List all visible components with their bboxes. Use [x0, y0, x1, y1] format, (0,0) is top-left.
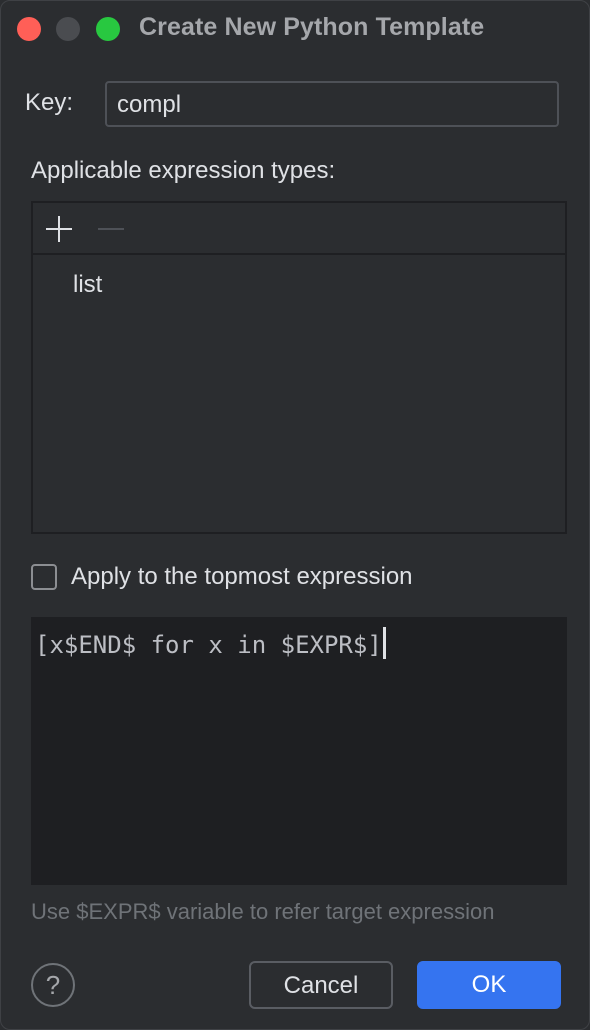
- text-caret: [382, 627, 386, 659]
- hint-text: Use $EXPR$ variable to refer target expr…: [31, 899, 495, 924]
- add-type-button[interactable]: [45, 215, 73, 243]
- expression-types-list: list: [33, 255, 565, 299]
- ok-button[interactable]: OK: [417, 961, 561, 1009]
- help-button[interactable]: ?: [31, 963, 75, 1007]
- minimize-window-button[interactable]: [56, 17, 80, 41]
- zoom-window-button[interactable]: [96, 17, 120, 41]
- expression-types-label: Applicable expression types:: [31, 157, 336, 184]
- apply-topmost-label[interactable]: Apply to the topmost expression: [71, 563, 413, 591]
- dialog-title: Create New Python Template: [139, 13, 485, 41]
- template-editor[interactable]: [x$END$ for x in $EXPR$]: [31, 617, 567, 885]
- key-input[interactable]: compl: [105, 81, 559, 127]
- list-item[interactable]: list: [33, 255, 565, 299]
- title-bar: Create New Python Template: [1, 1, 589, 55]
- dialog-window: Create New Python Template Key: compl Ap…: [0, 0, 590, 1030]
- key-label: Key:: [25, 89, 74, 116]
- close-window-button[interactable]: [17, 17, 41, 41]
- cancel-button[interactable]: Cancel: [249, 961, 393, 1009]
- expression-types-toolbar: [33, 203, 565, 255]
- apply-topmost-checkbox[interactable]: [31, 564, 57, 590]
- remove-type-button[interactable]: [97, 215, 125, 243]
- template-code: [x$END$ for x in $EXPR$]: [35, 631, 382, 659]
- expression-types-panel: list: [31, 201, 567, 534]
